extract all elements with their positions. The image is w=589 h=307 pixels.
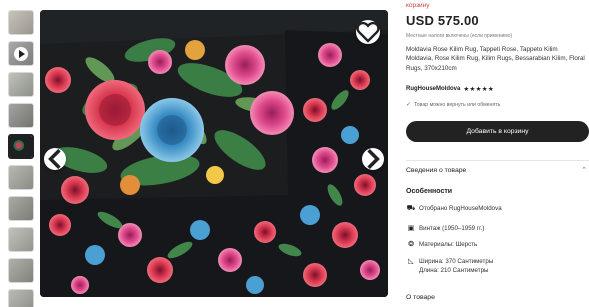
thumbnail-10[interactable] (8, 289, 34, 307)
chevron-up-icon: ⌃ (581, 167, 587, 174)
heart-icon (356, 21, 380, 43)
feature-text: Материалы: Шерсть (419, 241, 478, 248)
thumbnail-image (9, 73, 33, 96)
product-title: Moldavia Rose Kilim Rug, Tappeti Rose, T… (406, 46, 585, 72)
shop-rating-row: RugHouseMoldova ★★★★★ (406, 85, 494, 93)
materials-icon: ❂ (408, 241, 414, 248)
about-item-toggle[interactable]: О товаре (406, 294, 435, 301)
add-to-cart-button[interactable]: Добавить в корзину (406, 121, 589, 142)
feature-vintage: ▣ Винтаж (1950–1959 гг.) (406, 224, 485, 233)
thumbnail-video[interactable] (8, 41, 34, 66)
cart-link[interactable]: корзину (406, 2, 430, 9)
price: USD 575.00 (406, 13, 479, 28)
product-info-panel: корзину USD 575.00 Местные налоги включе… (406, 0, 589, 307)
thumbnail-image (10, 136, 32, 157)
thumbnail-8[interactable] (8, 227, 34, 252)
thumbnail-1[interactable] (8, 10, 34, 35)
thumbnail-7[interactable] (8, 196, 34, 221)
price-tax-note: Местные налоги включены (если применимо) (406, 33, 513, 39)
feature-text: Винтаж (1950–1959 гг.) (419, 225, 485, 232)
divider (406, 160, 589, 161)
thumbnail-9[interactable] (8, 258, 34, 283)
ruler-icon: ◺ (408, 258, 414, 265)
thumbnail-image (9, 197, 33, 220)
features-heading: Особенности (406, 188, 453, 195)
thumbnail-4[interactable] (8, 103, 34, 128)
returns-note: ✓ Товар можно вернуть или обменять (406, 101, 501, 109)
feature-materials: ❂ Материалы: Шерсть (406, 240, 477, 249)
feature-text: Отобрано RugHouseMoldova (419, 205, 502, 212)
chevron-left-icon (48, 148, 61, 170)
feature-curated: ⛟ Отобрано RugHouseMoldova (406, 204, 502, 213)
rug-photo (40, 10, 388, 297)
thumbnail-image (9, 259, 33, 282)
next-image-button[interactable] (362, 148, 384, 170)
feature-text: Длина: 210 Сантиметры (419, 267, 489, 274)
returns-note-text: Товар можно вернуть или обменять (414, 101, 501, 108)
item-details-toggle[interactable]: Сведения о товаре ⌃ (406, 166, 589, 175)
truck-icon: ⛟ (406, 205, 416, 212)
previous-image-button[interactable] (44, 148, 66, 170)
play-icon (14, 47, 28, 61)
thumbnail-image (9, 11, 33, 34)
calendar-icon: ▣ (407, 225, 415, 232)
thumbnail-3[interactable] (8, 72, 34, 97)
thumbnail-strip (8, 10, 34, 307)
chevron-right-icon (367, 148, 380, 170)
thumbnail-6[interactable] (8, 165, 34, 190)
feature-text: Ширина: 370 Сантиметры (419, 258, 494, 265)
item-details-label: Сведения о товаре (406, 166, 467, 174)
thumbnail-image (9, 166, 33, 189)
favorite-button[interactable] (356, 20, 380, 44)
feature-dimensions: ◺ Ширина: 370 Сантиметры Длина: 210 Сант… (406, 257, 493, 275)
shop-name-link[interactable]: RugHouseMoldova (406, 86, 460, 92)
thumbnail-image (9, 290, 33, 307)
thumbnail-image (9, 228, 33, 251)
rating-stars[interactable]: ★★★★★ (463, 85, 494, 93)
check-icon: ✓ (406, 102, 412, 108)
product-image[interactable] (40, 10, 388, 297)
thumbnail-selected[interactable] (8, 134, 34, 159)
thumbnail-image (9, 104, 33, 127)
